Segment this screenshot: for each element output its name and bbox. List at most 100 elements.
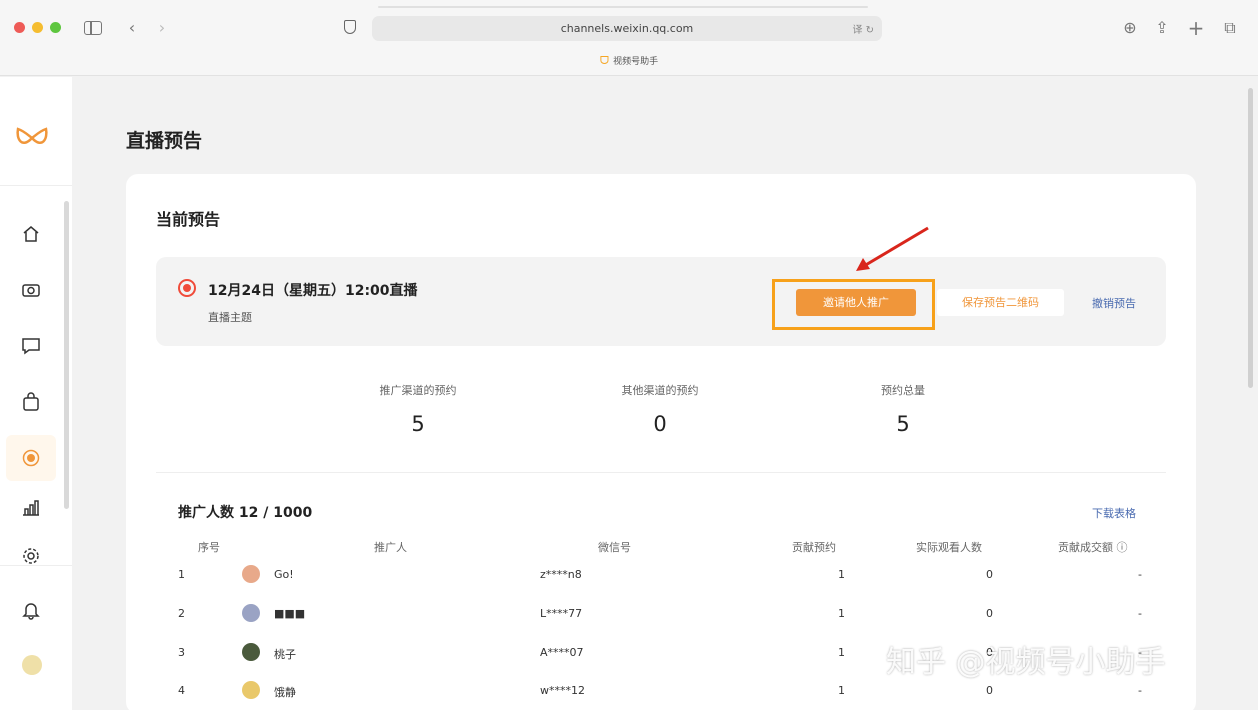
promoter-name: 桃子 (274, 648, 296, 661)
active-tab[interactable]: ᗜ 视频号助手 (0, 54, 1258, 68)
col-index: 序号 (198, 541, 220, 554)
row-index: 2 (178, 607, 185, 620)
save-qrcode-button[interactable]: 保存预告二维码 (937, 289, 1064, 316)
browser-toolbar: ‹ › channels.weixin.qq.com 译 ↻ ⊕ ⇪ + ⧉ ᗜ… (0, 0, 1258, 76)
stat-other-reservations: 其他渠道的预约 0 (580, 382, 740, 436)
sidebar-divider (0, 185, 72, 186)
reservations-count: 1 (838, 607, 845, 620)
card-title: 当前预告 (156, 210, 221, 229)
reservation-stats: 推广渠道的预约 5 其他渠道的预约 0 预约总量 5 (156, 382, 1166, 462)
bell-icon (22, 603, 40, 620)
window-controls (14, 22, 61, 33)
stat-promo-reservations: 推广渠道的预约 5 (338, 382, 498, 436)
promoter-name: Go! (274, 568, 294, 581)
promoter-name: ■■■ (274, 607, 306, 620)
promoter-count-title: 推广人数 12 / 1000 (178, 505, 313, 521)
share-icon[interactable]: ⇪ (1152, 18, 1172, 38)
stat-label: 其他渠道的预约 (621, 384, 699, 397)
table-row[interactable]: 1 Go! z****n8 1 0 - (178, 564, 1148, 586)
section-divider (156, 472, 1166, 473)
gmv-value: - (1138, 607, 1142, 620)
stat-value: 0 (653, 412, 667, 436)
stat-value: 5 (411, 412, 425, 436)
sidebar-toggle-icon[interactable] (84, 21, 102, 35)
sidebar-item-shop[interactable] (6, 379, 56, 425)
download-icon[interactable]: ⊕ (1120, 18, 1140, 38)
address-bar[interactable]: channels.weixin.qq.com 译 ↻ (372, 16, 882, 41)
wechat-id: z****n8 (540, 568, 582, 581)
promoter-avatar (242, 643, 260, 661)
reservations-count: 1 (838, 646, 845, 659)
home-icon (23, 226, 39, 242)
viewers-count: 0 (986, 607, 993, 620)
gmv-value: - (1138, 568, 1142, 581)
sidebar-item-comment[interactable] (6, 323, 56, 369)
gear-icon (23, 548, 39, 564)
comment-icon (22, 338, 40, 355)
preview-card: 当前预告 12月24日（星期五）12:00直播 直播主题 邀请他人推广 保存预告… (126, 174, 1196, 710)
stat-label: 推广渠道的预约 (379, 384, 457, 397)
stat-value: 5 (896, 412, 910, 436)
forward-icon[interactable]: › (152, 18, 172, 38)
stat-label: 预约总量 (881, 384, 925, 397)
promoter-name: 饿静 (274, 686, 296, 699)
translate-label: 译 (852, 25, 863, 36)
cancel-preview-link[interactable]: 撤销预告 (1092, 295, 1136, 311)
preview-time: 12月24日（星期五）12:00直播 (208, 283, 418, 299)
chart-icon (23, 500, 39, 516)
translate-reload-icons[interactable]: 译 ↻ (852, 21, 874, 36)
camera-icon (22, 284, 40, 297)
viewers-count: 0 (986, 684, 993, 697)
col-viewers: 实际观看人数 (916, 541, 982, 554)
viewers-count: 0 (986, 568, 993, 581)
promoter-avatar (242, 604, 260, 622)
annotation-arrow-icon (856, 226, 929, 271)
shopping-bag-icon (23, 392, 39, 411)
sidebar-divider-bottom (0, 565, 72, 566)
back-icon[interactable]: ‹ (122, 18, 142, 38)
sidebar-item-home[interactable] (6, 211, 56, 257)
page-title: 直播预告 (126, 130, 203, 152)
user-avatar[interactable] (22, 655, 42, 675)
minimize-window-button[interactable] (32, 22, 43, 33)
url-text: channels.weixin.qq.com (560, 22, 694, 35)
invite-promote-button[interactable]: 邀请他人推广 (796, 289, 916, 316)
row-index: 3 (178, 646, 185, 659)
row-index: 1 (178, 568, 185, 581)
wechat-id: L****77 (540, 607, 583, 620)
sidebar-scrollbar[interactable] (64, 201, 69, 509)
reservations-count: 1 (838, 568, 845, 581)
close-window-button[interactable] (14, 22, 25, 33)
current-preview-box: 12月24日（星期五）12:00直播 直播主题 邀请他人推广 保存预告二维码 撤… (156, 257, 1166, 346)
sidebar-item-notifications[interactable] (6, 587, 56, 633)
download-table-link[interactable]: 下载表格 (1092, 505, 1136, 521)
table-row[interactable]: 4 饿静 w****12 1 0 - (178, 680, 1148, 702)
live-record-icon (178, 279, 196, 297)
col-gmv-label: 贡献成交额 (1058, 541, 1113, 554)
sidebar-item-camera[interactable] (6, 267, 56, 313)
promoter-avatar (242, 565, 260, 583)
maximize-window-button[interactable] (50, 22, 61, 33)
wechat-id: A****07 (540, 646, 584, 659)
gmv-value: - (1138, 684, 1142, 697)
page-scrollbar[interactable] (1248, 88, 1253, 388)
table-row[interactable]: 2 ■■■ L****77 1 0 - (178, 603, 1148, 625)
reservations-count: 1 (838, 684, 845, 697)
stat-total-reservations: 预约总量 5 (823, 382, 983, 436)
new-tab-icon[interactable]: + (1186, 18, 1206, 38)
page-load-bar (378, 6, 868, 8)
watermark-text: 知乎 @视频号小助手 (886, 645, 1166, 680)
wechat-id: w****12 (540, 684, 585, 697)
col-reservations: 贡献预约 (792, 541, 836, 554)
channels-logo-icon (16, 127, 48, 144)
col-wechat: 微信号 (598, 541, 631, 554)
sidebar-item-data[interactable] (6, 485, 56, 531)
sidebar-item-live[interactable] (6, 435, 56, 481)
row-index: 4 (178, 684, 185, 697)
tab-title: 视频号助手 (613, 57, 659, 67)
channels-logo-icon: ᗜ (599, 54, 610, 67)
help-icon[interactable]: ⓘ (1117, 541, 1128, 554)
tab-overview-icon[interactable]: ⧉ (1220, 18, 1240, 38)
privacy-shield-icon[interactable] (344, 20, 356, 34)
sidebar-item-settings[interactable] (6, 533, 56, 579)
